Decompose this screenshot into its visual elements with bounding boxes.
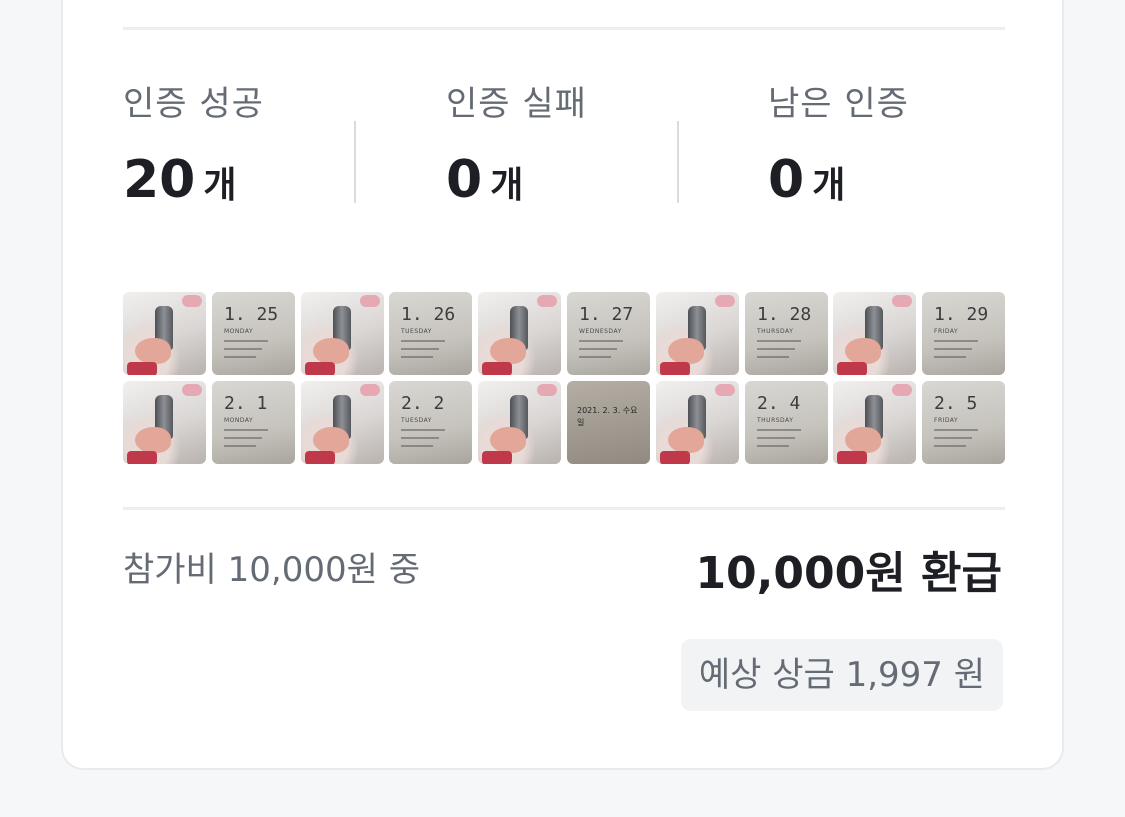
certification-photo[interactable] <box>478 381 561 464</box>
stat-separator <box>677 121 679 203</box>
certification-photo[interactable]: 2. 2 TUESDAY <box>389 381 472 464</box>
middle-divider <box>123 507 1005 510</box>
top-divider <box>123 27 1005 30</box>
photo-date-text: 1. 25 <box>224 304 279 325</box>
certification-photo[interactable]: 2. 4 THURSDAY <box>745 381 828 464</box>
photo-date-text: 1. 27 <box>579 304 634 325</box>
certification-photo[interactable]: 1. 26 TUESDAY <box>389 292 472 375</box>
photo-date-text: 1. 28 <box>757 304 812 325</box>
expected-prize-badge: 예상 상금 1,997 원 <box>680 639 1003 711</box>
certification-photo[interactable] <box>656 292 739 375</box>
stat-fail-label: 인증 실패 <box>446 84 587 124</box>
certification-photo[interactable]: 2021. 2. 3. 수요일 <box>567 381 650 464</box>
certification-photo-grid: 1. 25 MONDAY 1. 26 TUESDAY 1. 27 WEDNESDAY 1. … <box>123 292 1005 464</box>
photo-day-text: MONDAY <box>224 328 254 335</box>
stat-separator <box>354 121 356 203</box>
result-card: 인증 성공 20 개 인증 실패 0 개 남은 인증 0 개 1. 25 MOND… <box>61 0 1064 770</box>
photo-handwritten-text: 2021. 2. 3. 수요일 <box>577 406 638 427</box>
certification-photo[interactable]: 2. 1 MONDAY <box>212 381 295 464</box>
certification-photo[interactable] <box>123 381 206 464</box>
photo-day-text: FRIDAY <box>934 328 959 335</box>
photo-day-text: TUESDAY <box>401 328 432 335</box>
stat-fail-unit: 개 <box>490 165 524 206</box>
certification-photo[interactable] <box>478 292 561 375</box>
stat-remaining-unit: 개 <box>812 165 846 206</box>
photo-day-text: MONDAY <box>224 417 254 424</box>
certification-photo[interactable] <box>833 381 916 464</box>
stat-success: 인증 성공 20 개 <box>123 82 264 210</box>
stat-remaining-label: 남은 인증 <box>768 84 909 124</box>
photo-day-text: TUESDAY <box>401 417 432 424</box>
certification-photo[interactable]: 1. 29 FRIDAY <box>922 292 1005 375</box>
certification-photo[interactable] <box>301 381 384 464</box>
stat-success-unit: 개 <box>203 165 237 206</box>
photo-date-text: 2. 4 <box>757 393 801 414</box>
stat-fail-value: 0 <box>446 150 483 210</box>
certification-stats: 인증 성공 20 개 인증 실패 0 개 남은 인증 0 개 <box>123 82 1005 212</box>
certification-photo[interactable]: 2. 5 FRIDAY <box>922 381 1005 464</box>
participation-fee-label: 참가비 10,000원 중 <box>123 550 420 590</box>
stat-fail: 인증 실패 0 개 <box>446 82 587 210</box>
photo-date-text: 1. 29 <box>934 304 989 325</box>
certification-photo[interactable]: 1. 28 THURSDAY <box>745 292 828 375</box>
certification-photo[interactable] <box>123 292 206 375</box>
stat-remaining: 남은 인증 0 개 <box>768 82 909 210</box>
certification-photo[interactable] <box>833 292 916 375</box>
stat-success-value: 20 <box>123 150 196 210</box>
certification-photo[interactable] <box>656 381 739 464</box>
photo-date-text: 2. 2 <box>401 393 445 414</box>
photo-day-text: WEDNESDAY <box>579 328 622 335</box>
photo-date-text: 1. 26 <box>401 304 456 325</box>
photo-day-text: THURSDAY <box>757 417 794 424</box>
certification-photo[interactable]: 1. 27 WEDNESDAY <box>567 292 650 375</box>
certification-photo[interactable] <box>301 292 384 375</box>
stat-success-label: 인증 성공 <box>123 84 264 124</box>
photo-date-text: 2. 1 <box>224 393 268 414</box>
photo-date-text: 2. 5 <box>934 393 978 414</box>
refund-amount: 10,000원 환급 <box>695 548 1002 599</box>
certification-photo[interactable]: 1. 25 MONDAY <box>212 292 295 375</box>
photo-day-text: FRIDAY <box>934 417 959 424</box>
stat-remaining-value: 0 <box>768 150 805 210</box>
photo-day-text: THURSDAY <box>757 328 794 335</box>
